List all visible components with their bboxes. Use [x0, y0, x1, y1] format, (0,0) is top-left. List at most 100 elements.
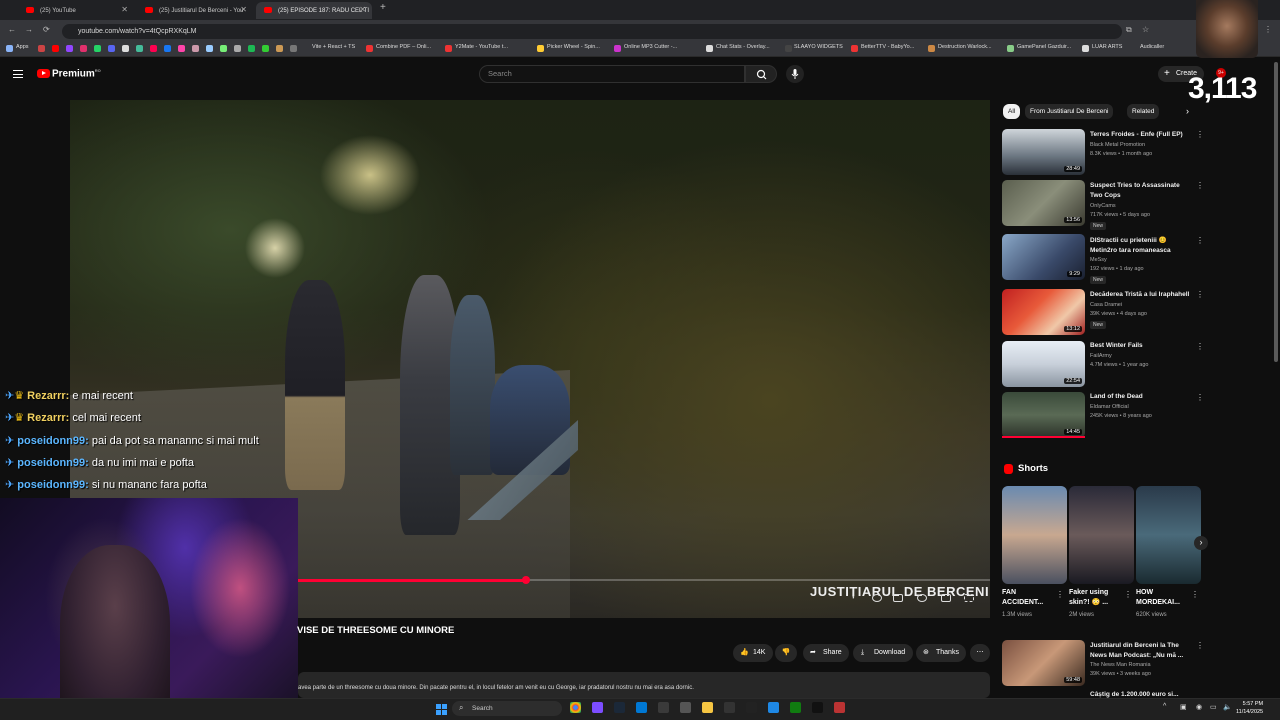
bookmark[interactable]: GamePanel Gazduir...: [1017, 44, 1071, 50]
download-button[interactable]: ⤓ Download: [853, 644, 913, 662]
search-button[interactable]: [745, 65, 777, 83]
bookmark-icon[interactable]: [706, 45, 713, 52]
bookmark-icon[interactable]: [276, 45, 283, 52]
more-actions-button[interactable]: ⋯: [970, 644, 990, 662]
url-input[interactable]: youtube.com/watch?v=4tQcpRXKqLM: [62, 24, 1122, 39]
bookmark[interactable]: BetterTTV - BabyYo...: [861, 44, 914, 50]
more-vertical-icon[interactable]: ⋮: [1196, 290, 1204, 299]
chrome-taskbar-icon[interactable]: [570, 702, 581, 713]
tray-chevron-icon[interactable]: ^: [1163, 703, 1166, 710]
bookmark-icon[interactable]: [206, 45, 213, 52]
rec-title[interactable]: Suspect Tries to Assassinate Two Cops: [1090, 181, 1190, 200]
bookmark-icon[interactable]: [234, 45, 241, 52]
chip-from-channel[interactable]: From Justitiarul De Berceni: [1025, 104, 1114, 119]
reload-icon[interactable]: ⟳: [43, 25, 50, 34]
twitch-bookmark-icon[interactable]: [66, 45, 73, 52]
bookmark-icon[interactable]: [220, 45, 227, 52]
more-vertical-icon[interactable]: ⋮: [1196, 641, 1204, 650]
rec-channel[interactable]: OnlyCams: [1090, 203, 1190, 209]
bookmark[interactable]: Online MP3 Cutter -...: [624, 44, 677, 50]
like-button[interactable]: 👍 14K: [733, 644, 773, 662]
rec-title[interactable]: Decăderea Tristă a lui Iraphahell: [1090, 290, 1190, 300]
bookmark[interactable]: Combine PDF – Onli...: [376, 44, 431, 50]
rec-title[interactable]: Terres Froides - Enfe (Full EP): [1090, 130, 1190, 140]
close-tab-icon[interactable]: ✕: [359, 5, 366, 14]
settings-gear-icon[interactable]: [917, 594, 927, 602]
bookmark-icon[interactable]: [178, 45, 185, 52]
browser-menu-icon[interactable]: ⋮: [1264, 25, 1272, 34]
bookmark-icon[interactable]: [366, 45, 373, 52]
short-title[interactable]: HOW MORDEKAI...: [1136, 588, 1191, 608]
bookmark-icon[interactable]: [614, 45, 621, 52]
tray-app-icon[interactable]: ▣: [1180, 703, 1187, 711]
instagram-bookmark-icon[interactable]: [80, 45, 87, 52]
rec-title[interactable]: Câștig de 1.200.000 euro si...: [1090, 690, 1190, 698]
apps-icon[interactable]: [6, 45, 13, 52]
obs-taskbar-icon[interactable]: [812, 702, 823, 713]
whatsapp-bookmark-icon[interactable]: [94, 45, 101, 52]
windows-start-icon[interactable]: [436, 702, 447, 715]
shorts-next-icon[interactable]: ›: [1194, 536, 1208, 550]
facebook-bookmark-icon[interactable]: [164, 45, 171, 52]
more-vertical-icon[interactable]: ⋮: [1191, 590, 1199, 599]
tray-app-icon[interactable]: ◉: [1196, 703, 1202, 711]
network-icon[interactable]: ▭: [1210, 703, 1217, 711]
close-tab-icon[interactable]: ✕: [240, 5, 247, 14]
chip-all[interactable]: All: [1003, 104, 1021, 119]
bookmark-icon[interactable]: [38, 45, 45, 52]
bookmark-apps[interactable]: Apps: [16, 44, 29, 50]
app-taskbar-icon[interactable]: [834, 702, 845, 713]
more-vertical-icon[interactable]: ⋮: [1124, 590, 1132, 599]
calculator-taskbar-icon[interactable]: [680, 702, 691, 713]
bookmark[interactable]: Destruction Warlock...: [938, 44, 992, 50]
edge-taskbar-icon[interactable]: [768, 702, 779, 713]
more-vertical-icon[interactable]: ⋮: [1196, 130, 1204, 139]
rec-title[interactable]: Best Winter Fails: [1090, 341, 1190, 351]
browser-tab-active[interactable]: (25) EPISODE 187: RADU CEL TI ✕: [256, 2, 372, 19]
miniplayer-icon[interactable]: [941, 594, 951, 602]
bookmark-star-icon[interactable]: ☆: [1142, 25, 1149, 34]
short-thumbnail[interactable]: [1002, 486, 1067, 584]
back-icon[interactable]: ←: [8, 25, 16, 34]
bookmark[interactable]: Y2Mate - YouTube t...: [455, 44, 508, 50]
bookmark[interactable]: SLAAYO WIDGETS: [794, 44, 843, 50]
chip-related[interactable]: Related: [1127, 104, 1160, 119]
bookmark[interactable]: LUAR ARTS: [1092, 44, 1122, 50]
rec-title[interactable]: Justitiarul din Berceni la The News Man …: [1090, 641, 1190, 660]
short-title[interactable]: FAN ACCIDENT...: [1002, 588, 1057, 608]
app-taskbar-icon[interactable]: [592, 702, 603, 713]
more-vertical-icon[interactable]: ⋮: [1196, 181, 1204, 190]
bookmark-icon[interactable]: [537, 45, 544, 52]
short-thumbnail[interactable]: [1069, 486, 1134, 584]
xbox-taskbar-icon[interactable]: [790, 702, 801, 713]
tiktok-bookmark-icon[interactable]: [150, 45, 157, 52]
rec-thumbnail[interactable]: 14:45: [1002, 392, 1085, 438]
rec-channel[interactable]: Eldamar Official: [1090, 404, 1190, 410]
scrollbar-thumb[interactable]: [1274, 62, 1278, 362]
new-tab-icon[interactable]: +: [380, 2, 386, 13]
browser-tab[interactable]: (25) YouTube ✕: [18, 2, 134, 19]
rec-thumbnail[interactable]: 9:29: [1002, 234, 1085, 280]
close-tab-icon[interactable]: ✕: [121, 5, 128, 14]
bookmark[interactable]: Vite + React + TS: [312, 44, 355, 50]
more-vertical-icon[interactable]: ⋮: [1196, 393, 1204, 402]
rec-channel[interactable]: Casa Dramei: [1090, 302, 1190, 308]
short-title[interactable]: Faker using skin?! 😳 ...: [1069, 588, 1124, 608]
rec-thumbnail[interactable]: 13:12: [1002, 289, 1085, 335]
app-taskbar-icon[interactable]: [724, 702, 735, 713]
subtitles-icon[interactable]: [893, 594, 903, 602]
short-thumbnail[interactable]: [1136, 486, 1201, 584]
more-vertical-icon[interactable]: ⋮: [1056, 590, 1064, 599]
bookmark-icon[interactable]: [851, 45, 858, 52]
rec-thumbnail[interactable]: 59:48: [1002, 640, 1085, 686]
bookmark-icon[interactable]: [192, 45, 199, 52]
bookmark-icon[interactable]: [1082, 45, 1089, 52]
rec-channel[interactable]: FailArmy: [1090, 353, 1190, 359]
more-vertical-icon[interactable]: ⋮: [1196, 342, 1204, 351]
bookmark-icon[interactable]: [136, 45, 143, 52]
bookmark-icon[interactable]: [248, 45, 255, 52]
kick-bookmark-icon[interactable]: [262, 45, 269, 52]
rec-title[interactable]: DIStractii cu prieteniii 😊 Metin2ro tara…: [1090, 236, 1190, 255]
x-bookmark-icon[interactable]: [122, 45, 129, 52]
bookmark[interactable]: Picker Wheel - Spin...: [547, 44, 600, 50]
